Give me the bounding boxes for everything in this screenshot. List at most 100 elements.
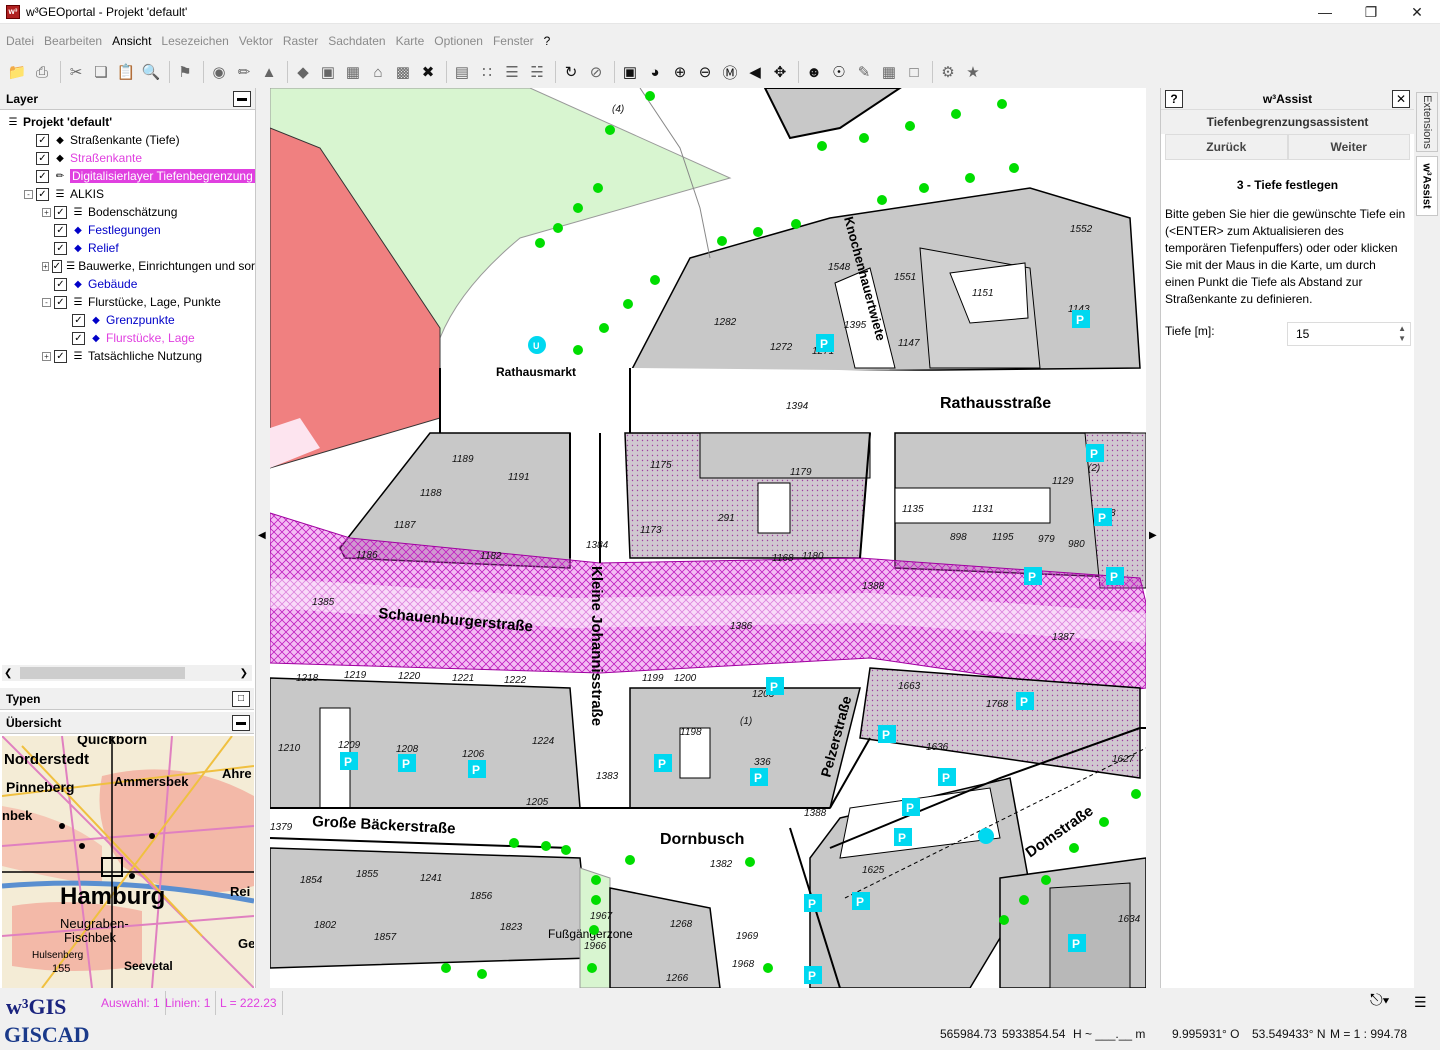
layer-checkbox[interactable]: ✓ (54, 241, 67, 255)
stop-icon[interactable]: ⊘ (585, 61, 607, 83)
menu-vektor[interactable]: Vektor (239, 34, 273, 48)
comment-icon[interactable]: □ (903, 61, 925, 83)
minimize-overview-button[interactable]: ▬ (232, 714, 250, 731)
layer-item[interactable]: + ✓ ☰ Tatsächliche Nutzung (0, 347, 255, 365)
grid-icon[interactable]: ▦ (342, 61, 364, 83)
overview-map[interactable]: Quickborn Norderstedt Pinneberg Ammersbe… (2, 736, 254, 988)
back-button[interactable]: Zurück (1165, 134, 1288, 160)
layer-item[interactable]: ✓ ◆ Festlegungen (0, 221, 255, 239)
export-icon[interactable]: ⎋▾ (1370, 992, 1389, 1010)
stack-icon[interactable]: ☵ (526, 61, 548, 83)
table-icon[interactable]: ▦ (878, 61, 900, 83)
pan-icon[interactable]: ✥ (769, 61, 791, 83)
minimize-button[interactable]: — (1302, 0, 1348, 24)
menu-ansicht[interactable]: Ansicht (112, 34, 151, 48)
layer-item[interactable]: ✓ ◆ Grenzpunkte (0, 311, 255, 329)
menu-help[interactable]: ? (544, 34, 551, 48)
menu-lesezeichen[interactable]: Lesezeichen (161, 34, 228, 48)
back-icon[interactable]: ◀ (744, 61, 766, 83)
layer-item[interactable]: - ✓ ☰ ALKIS (0, 185, 255, 203)
layer-checkbox[interactable]: ✓ (54, 205, 67, 219)
expand-toggle-icon[interactable]: + (42, 261, 49, 271)
layer-checkbox[interactable]: ✓ (72, 331, 85, 345)
spinner-arrows-icon[interactable]: ▲ ▼ (1398, 324, 1406, 344)
menu-sachdaten[interactable]: Sachdaten (328, 34, 385, 48)
expand-toggle-icon[interactable]: - (42, 297, 51, 307)
layer-tree-scrollbar[interactable]: ❮ ❯ (2, 665, 252, 681)
target-icon[interactable]: ☉ (828, 61, 850, 83)
layer-item[interactable]: ✓ ◆ Gebäude (0, 275, 255, 293)
expand-toggle-icon[interactable]: - (24, 189, 33, 199)
next-button[interactable]: Weiter (1287, 134, 1410, 160)
layer-item[interactable]: ☰ Projekt 'default' (0, 113, 255, 131)
maximize-button[interactable]: ❐ (1348, 0, 1394, 24)
zoom-extent-icon[interactable]: ▣ (619, 61, 641, 83)
scroll-left-icon[interactable]: ❮ (4, 668, 12, 679)
expand-toggle-icon[interactable]: + (42, 207, 51, 217)
scroll-thumb[interactable] (20, 667, 185, 679)
layer-checkbox[interactable]: ✓ (36, 151, 49, 165)
open-folder-icon[interactable]: 📁 (6, 61, 28, 83)
layer-checkbox[interactable]: ✓ (36, 133, 49, 147)
layer-item[interactable]: ✓ ◆ Relief (0, 239, 255, 257)
help-question-icon[interactable]: ? (1165, 89, 1183, 108)
collapse-left-icon[interactable]: ◀ (258, 530, 266, 541)
eye-icon[interactable]: ◉ (208, 61, 230, 83)
cut-icon[interactable]: ✂ (65, 61, 87, 83)
close-assist-icon[interactable]: ✕ (1392, 89, 1410, 108)
layer-checkbox[interactable]: ✓ (54, 349, 67, 363)
search-icon[interactable]: 🔍 (140, 61, 162, 83)
layer-item[interactable]: ✓ ◆ Straßenkante (Tiefe) (0, 131, 255, 149)
print-icon[interactable]: ⎙ (31, 61, 53, 83)
zoom-in-icon[interactable]: ⊕ (669, 61, 691, 83)
restore-panel-button[interactable]: □ (232, 690, 250, 707)
copy-icon[interactable]: ❏ (90, 61, 112, 83)
layer-item[interactable]: ✓ ◆ Flurstücke, Lage (0, 329, 255, 347)
depth-input[interactable]: 15 ▲ ▼ (1287, 322, 1411, 346)
layer-item[interactable]: + ✓ ☰ Bauwerke, Einrichtungen und sor (0, 257, 255, 275)
tab-w3assist[interactable]: w³Assist (1416, 156, 1438, 216)
delete-x-icon[interactable]: ✖ (417, 61, 439, 83)
scroll-right-icon[interactable]: ❯ (240, 668, 248, 679)
tab-extensions[interactable]: Extensions (1416, 92, 1438, 152)
layer-item[interactable]: - ✓ ☰ Flurstücke, Lage, Punkte (0, 293, 255, 311)
menu-karte[interactable]: Karte (396, 34, 425, 48)
layer-item[interactable]: ✓ ◆ Straßenkante (0, 149, 255, 167)
list-view-icon[interactable]: ☰ (1414, 994, 1427, 1011)
edit-icon[interactable]: ✎ (853, 61, 875, 83)
menu-raster[interactable]: Raster (283, 34, 318, 48)
hatch-icon[interactable]: ▤ (451, 61, 473, 83)
point-icon[interactable]: ◆ (292, 61, 314, 83)
house-icon[interactable]: ⌂ (367, 61, 389, 83)
layer-checkbox[interactable]: ✓ (54, 295, 67, 309)
scale-m-icon[interactable]: Ⓜ (719, 61, 741, 83)
expand-toggle-icon[interactable]: + (42, 351, 51, 361)
menu-datei[interactable]: Datei (6, 34, 34, 48)
polygon-icon[interactable]: ▣ (317, 61, 339, 83)
buildings-icon[interactable]: ▩ (392, 61, 414, 83)
paste-icon[interactable]: 📋 (115, 61, 137, 83)
layers-filter-icon[interactable]: ☰ (501, 61, 523, 83)
menu-bearbeiten[interactable]: Bearbeiten (44, 34, 102, 48)
map-canvas[interactable]: Rathausmarkt Rathausstraße Schauenburger… (270, 88, 1146, 988)
zoom-out-icon[interactable]: ⊖ (694, 61, 716, 83)
layer-checkbox[interactable]: ✓ (54, 277, 67, 291)
layer-checkbox[interactable]: ✓ (36, 169, 49, 183)
menu-optionen[interactable]: Optionen (434, 34, 483, 48)
refresh-icon[interactable]: ↻ (560, 61, 582, 83)
settings-gear-icon[interactable]: ⚙ (937, 61, 959, 83)
layer-item[interactable]: + ✓ ☰ Bodenschätzung (0, 203, 255, 221)
menu-fenster[interactable]: Fenster (493, 34, 534, 48)
minimize-panel-button[interactable]: ▬ (233, 90, 251, 107)
collapse-right-icon[interactable]: ▶ (1149, 530, 1157, 541)
identify-icon[interactable]: ☻ (803, 61, 825, 83)
favorite-star-icon[interactable]: ★ (962, 61, 984, 83)
layer-checkbox[interactable]: ✓ (72, 313, 85, 327)
draw-line-icon[interactable]: ✏ (233, 61, 255, 83)
layer-checkbox[interactable]: ✓ (51, 259, 63, 273)
close-button[interactable]: ✕ (1394, 0, 1440, 24)
layer-checkbox[interactable]: ✓ (54, 223, 67, 237)
zoom-window-icon[interactable]: ◕ (644, 61, 666, 83)
dots-grid-icon[interactable]: ∷ (476, 61, 498, 83)
layer-checkbox[interactable]: ✓ (36, 187, 49, 201)
